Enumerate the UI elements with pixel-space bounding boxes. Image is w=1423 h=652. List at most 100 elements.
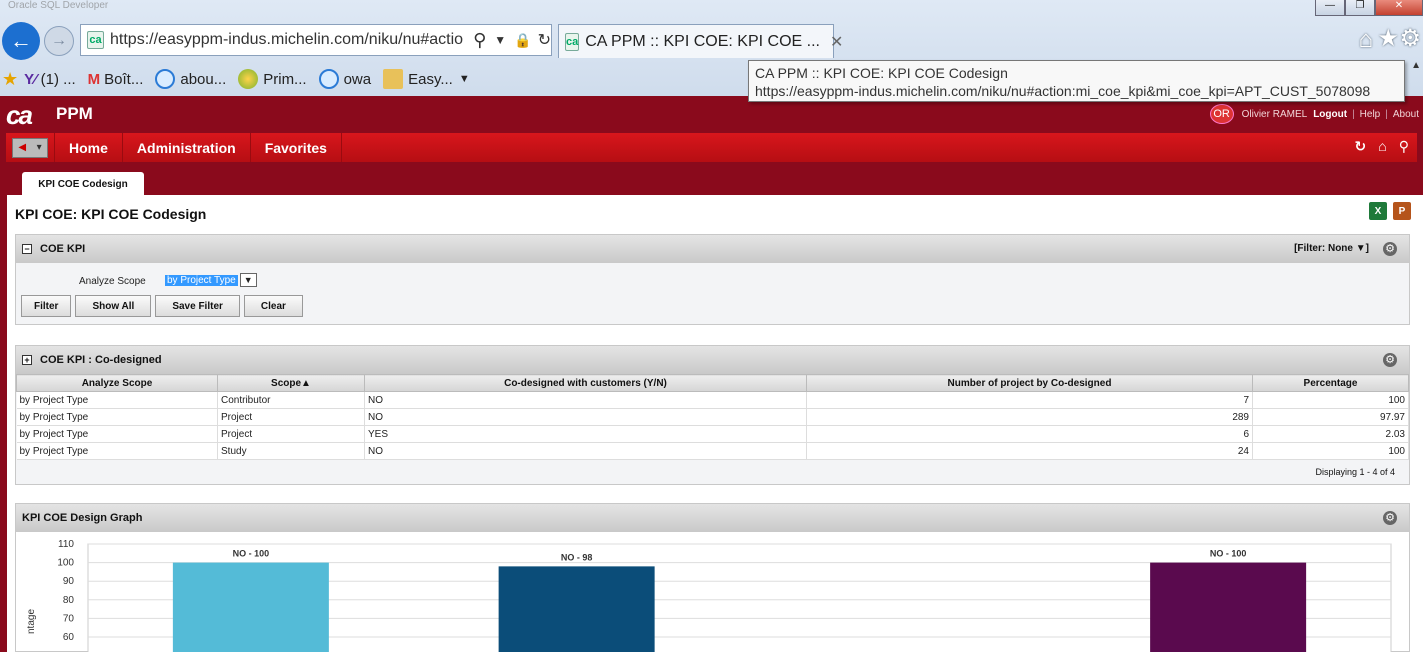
separator: | xyxy=(1385,108,1388,120)
favorite-item-owa[interactable]: owa xyxy=(318,69,371,89)
favorite-item-yahoo[interactable]: Y⁄ (1) ... xyxy=(24,71,76,88)
tab-tooltip: CA PPM :: KPI COE: KPI COE Codesign http… xyxy=(748,60,1405,102)
table-row: by Project Type Contributor NO 7 100 xyxy=(16,391,1409,409)
codesigned-panel-header: + COE KPI : Co-designed ⚙ xyxy=(16,346,1409,374)
gmail-icon: M xyxy=(87,70,101,88)
dropdown-arrow-icon[interactable]: ▼ xyxy=(494,33,506,47)
favorite-item-easy[interactable]: Easy... ▼ xyxy=(383,69,470,89)
codesigned-panel-title: COE KPI : Co-designed xyxy=(40,354,162,366)
back-dropdown-button[interactable]: ◀ ▾ xyxy=(12,137,48,158)
excel-export-icon[interactable]: X xyxy=(1369,202,1387,220)
home-icon[interactable]: ⌂ xyxy=(1359,26,1374,54)
table-cell: 7 xyxy=(806,391,1253,409)
separator: | xyxy=(1352,108,1355,120)
about-link[interactable]: About xyxy=(1393,109,1419,120)
show-all-button[interactable]: Show All xyxy=(75,295,152,317)
gear-icon[interactable]: ⚙ xyxy=(1383,242,1397,256)
refresh-icon[interactable]: ↻ xyxy=(1355,138,1367,155)
analyze-scope-label: Analyze Scope xyxy=(79,276,146,287)
gear-icon[interactable]: ⚙ xyxy=(1383,353,1397,367)
minimize-icon[interactable]: — xyxy=(1315,0,1345,16)
bar[interactable] xyxy=(172,562,329,652)
site-favicon-icon: ca xyxy=(87,31,105,49)
help-link[interactable]: Help xyxy=(1360,109,1381,120)
app-name: PPM xyxy=(56,104,93,123)
ie-icon xyxy=(155,69,176,89)
home-icon[interactable]: ⌂ xyxy=(1378,138,1386,155)
table-cell: 24 xyxy=(806,442,1253,460)
filter-panel: − COE KPI [Filter: None ▼] ⚙ Analyze Sco… xyxy=(15,234,1410,325)
search-icon[interactable]: ⚲ xyxy=(1399,138,1409,155)
table-cell: by Project Type xyxy=(16,425,218,443)
column-header[interactable]: Number of project by Co-designed xyxy=(806,374,1253,392)
table-cell: NO xyxy=(364,442,807,460)
tooltip-url: https://easyppm-indus.michelin.com/niku/… xyxy=(755,83,1371,99)
menu-administration[interactable]: Administration xyxy=(123,133,251,162)
maximize-icon[interactable]: ❐ xyxy=(1345,0,1375,16)
table-cell: 100 xyxy=(1252,442,1409,460)
collapse-icon[interactable]: − xyxy=(22,244,32,254)
page-title: KPI COE: KPI COE Codesign xyxy=(15,206,207,222)
table-row: by Project Type Project NO 289 97.97 xyxy=(16,408,1409,426)
forward-arrow-icon[interactable]: → xyxy=(44,26,74,56)
analyze-scope-value: by Project Type xyxy=(165,274,238,286)
address-bar[interactable]: ca https://easyppm-indus.michelin.com/ni… xyxy=(80,24,552,56)
logout-link[interactable]: Logout xyxy=(1313,109,1347,120)
favorite-item-prim[interactable]: Prim... xyxy=(238,69,307,89)
table-cell: Project xyxy=(217,408,365,426)
table-cell: 2.03 xyxy=(1252,425,1409,443)
save-filter-button[interactable]: Save Filter xyxy=(155,295,240,317)
back-arrow-icon[interactable]: ← xyxy=(2,22,40,60)
clear-button[interactable]: Clear xyxy=(243,295,303,317)
column-header[interactable]: Scope▲ xyxy=(217,374,365,392)
bar-data-label: NO - 100 xyxy=(1210,549,1247,559)
kpi-bar-chart: 60 70 80 90 100 110 NO - 100 NO - 98 NO - 100 xyxy=(57,539,1392,652)
filter-panel-title: COE KPI xyxy=(40,243,86,255)
menu-favorites[interactable]: Favorites xyxy=(251,133,342,162)
chevron-down-icon[interactable]: ▼ xyxy=(239,273,257,287)
favorites-star-icon[interactable]: ★ xyxy=(2,69,18,90)
browser-tab[interactable]: ca CA PPM :: KPI COE: KPI COE ... ✕ xyxy=(558,24,843,58)
tooltip-title: CA PPM :: KPI COE: KPI COE Codesign xyxy=(755,65,1008,81)
y-tick-label: 80 xyxy=(63,595,75,606)
search-icon[interactable]: ⚲ xyxy=(473,30,486,51)
y-tick-label: 110 xyxy=(58,539,74,550)
gear-icon[interactable]: ⚙ xyxy=(1399,24,1421,53)
table-cell: NO xyxy=(364,408,807,426)
powerpoint-export-icon[interactable]: P xyxy=(1393,202,1411,220)
close-window-icon[interactable]: ✕ xyxy=(1375,0,1423,16)
graph-panel: KPI COE Design Graph ⚙ ntage 60 70 80 90 100… xyxy=(15,503,1410,652)
column-header[interactable]: Percentage xyxy=(1252,374,1409,392)
bar[interactable] xyxy=(498,566,655,652)
column-header[interactable]: Co-designed with customers (Y/N) xyxy=(364,374,807,392)
main-menu-bar: ◀ ▾ Home Administration Favorites xyxy=(6,133,1417,162)
bar[interactable] xyxy=(1150,562,1307,652)
bar-data-label: NO - 98 xyxy=(561,552,593,562)
table-cell: by Project Type xyxy=(16,442,218,460)
tab-title: CA PPM :: KPI COE: KPI COE ... xyxy=(585,32,820,50)
page-tab[interactable]: KPI COE Codesign xyxy=(22,172,144,196)
tab-close-icon[interactable]: ✕ xyxy=(830,32,843,52)
column-header[interactable]: Analyze Scope xyxy=(16,374,218,392)
folder-icon xyxy=(383,69,404,89)
filter-button[interactable]: Filter xyxy=(21,295,72,317)
refresh-icon[interactable]: ↻ xyxy=(538,30,551,50)
filter-dropdown[interactable]: [Filter: None ▼] xyxy=(1294,243,1369,254)
table-cell: 97.97 xyxy=(1252,408,1409,426)
table-cell: YES xyxy=(364,425,807,443)
table-cell: Contributor xyxy=(217,391,365,409)
gear-icon[interactable]: ⚙ xyxy=(1383,511,1397,525)
star-icon[interactable]: ★ xyxy=(1377,24,1399,53)
scroll-up-icon[interactable]: ▲ xyxy=(1411,60,1421,71)
chevron-down-icon: ▾ xyxy=(36,142,42,153)
avatar[interactable]: OR xyxy=(1209,104,1234,124)
favorite-item-about[interactable]: abou... xyxy=(155,69,226,89)
expand-icon[interactable]: + xyxy=(22,355,32,365)
table-row: by Project Type Study NO 24 100 xyxy=(16,442,1409,460)
tab-favicon-icon: ca xyxy=(565,32,580,51)
analyze-scope-select[interactable]: by Project Type ▼ xyxy=(165,273,257,287)
favorite-item-gmail[interactable]: M Boît... xyxy=(88,71,144,88)
menu-home[interactable]: Home xyxy=(54,133,123,162)
codesigned-table: Analyze Scope Scope▲ Co-designed with cu… xyxy=(16,374,1409,460)
lock-icon: 🔒 xyxy=(514,31,532,48)
